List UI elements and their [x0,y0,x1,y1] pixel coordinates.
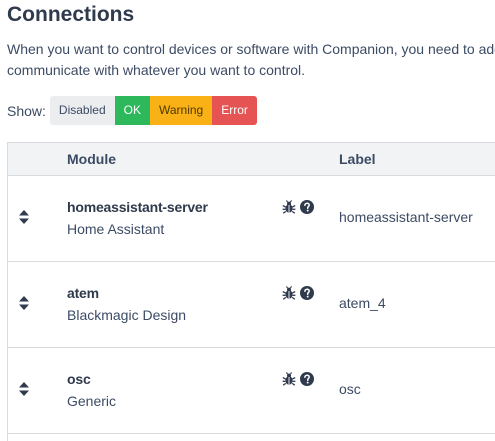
module-vendor: Generic [67,393,117,409]
module-actions [282,372,314,386]
table-row[interactable]: homeassistant-server Home Assistant home… [8,176,495,262]
module-name: atem [67,285,99,301]
bug-icon[interactable] [282,286,296,300]
filter-warning-button[interactable]: Warning [149,96,213,125]
connection-label: osc [339,381,361,397]
table-row[interactable]: atem Blackmagic Design atem_4 [8,262,495,348]
intro-line-2: communicate with whatever you want to co… [7,62,306,78]
module-actions [282,200,314,214]
page-title: Connections [7,3,135,26]
module-vendor: Home Assistant [67,221,165,237]
sort-icon[interactable] [19,296,29,310]
module-actions [282,286,314,300]
table-header: Module Label [8,143,495,176]
table-row[interactable]: osc Generic osc [8,348,495,434]
question-circle-icon[interactable] [300,200,314,214]
question-circle-icon[interactable] [300,372,314,386]
module-name: homeassistant-server [67,199,208,215]
column-header-label: Label [339,151,376,167]
bug-icon[interactable] [282,200,296,214]
bug-icon[interactable] [282,372,296,386]
sort-icon[interactable] [19,210,29,224]
sort-icon[interactable] [19,382,29,396]
intro-line-1: When you want to control devices or soft… [7,41,495,57]
intro-text: When you want to control devices or soft… [7,39,495,81]
connections-table: Module Label homeassistant-server Home A… [7,142,495,441]
filter-error-button[interactable]: Error [212,96,257,125]
module-name: osc [67,371,91,387]
show-label: Show: [7,102,46,119]
filter-button-group: Disabled OK Warning Error [49,96,257,125]
filter-ok-button[interactable]: OK [114,96,150,125]
connections-page: Connections When you want to control dev… [0,0,495,441]
column-header-module: Module [67,151,116,167]
status-filter: Show: Disabled OK Warning Error [7,96,257,125]
filter-disabled-button[interactable]: Disabled [49,96,115,125]
connection-label: atem_4 [339,295,386,311]
table-row[interactable] [8,434,495,441]
connection-label: homeassistant-server [339,209,473,225]
question-circle-icon[interactable] [300,286,314,300]
module-vendor: Blackmagic Design [67,307,187,323]
